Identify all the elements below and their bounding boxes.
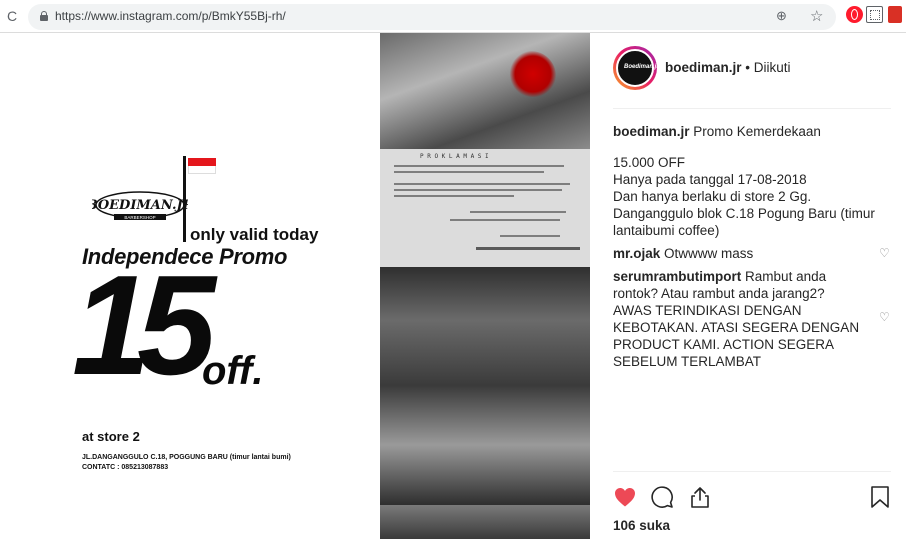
promo-poster: BOEDIMAN.JR BARBERSHOP only valid today … xyxy=(6,33,380,539)
red-extension-icon[interactable] xyxy=(888,6,902,23)
action-bar xyxy=(613,483,891,511)
follow-state[interactable]: • Diikuti xyxy=(745,60,790,75)
comment-text: Otwwww mass xyxy=(664,246,754,261)
likes-count[interactable]: 106 suka xyxy=(613,518,670,533)
comment-like-heart-icon[interactable]: ♡ xyxy=(879,247,891,259)
svg-text:BOEDIMAN.JR: BOEDIMAN.JR xyxy=(92,198,188,213)
comment-username[interactable]: mr.ojak xyxy=(613,246,660,261)
divider xyxy=(613,108,891,109)
header-username[interactable]: boediman.jr • Diikuti xyxy=(665,60,791,75)
meeting-photo xyxy=(380,385,590,505)
historical-photo-collage: P R O K L A M A S I xyxy=(380,33,590,539)
comment-username[interactable]: serumrambutimport xyxy=(613,269,741,284)
divider xyxy=(613,471,891,472)
caption: boediman.jr Promo Kemerdekaan 15.000 OFF… xyxy=(613,123,891,239)
post-image[interactable]: BOEDIMAN.JR BARBERSHOP only valid today … xyxy=(6,33,590,539)
like-heart-icon[interactable] xyxy=(613,485,637,509)
svg-text:BARBERSHOP: BARBERSHOP xyxy=(124,215,155,220)
speech-photo xyxy=(380,267,590,385)
url-text[interactable]: https://www.instagram.com/p/BmkY55Bj-rh/ xyxy=(55,9,286,23)
caption-title: Promo Kemerdekaan xyxy=(693,124,821,139)
bookmark-star-icon[interactable]: ☆ xyxy=(810,7,823,25)
post-header: Boediman.jr boediman.jr • Diikuti xyxy=(613,46,891,98)
save-bookmark-icon[interactable] xyxy=(869,485,891,509)
comment-bubble-icon[interactable] xyxy=(650,485,674,509)
comment-text: Rambut anda rontok? Atau rambut anda jar… xyxy=(613,269,860,369)
lock-icon xyxy=(40,11,48,21)
share-icon[interactable] xyxy=(688,485,712,509)
comment-item: serumrambutimport Rambut anda rontok? At… xyxy=(613,268,891,370)
divider-line xyxy=(183,156,186,242)
discount-number: 15 xyxy=(72,246,216,405)
store-label: at store 2 xyxy=(82,429,140,444)
reload-icon[interactable]: C xyxy=(4,8,20,24)
group-photo xyxy=(380,505,590,539)
indonesia-flag-icon xyxy=(188,158,216,174)
screenshot-extension-icon[interactable] xyxy=(866,6,883,23)
comments-list: boediman.jr Promo Kemerdekaan 15.000 OFF… xyxy=(613,123,891,370)
comment-item: mr.ojak Otwwww mass ♡ xyxy=(613,245,891,262)
only-valid-text: only valid today xyxy=(190,225,319,244)
off-text: off. xyxy=(202,349,264,393)
red-73-mark-icon xyxy=(510,51,556,97)
post-sidebar: Boediman.jr boediman.jr • Diikuti boedim… xyxy=(597,33,906,539)
flag-raising-photo xyxy=(380,33,590,149)
browser-toolbar: C https://www.instagram.com/p/BmkY55Bj-r… xyxy=(0,0,906,33)
caption-username[interactable]: boediman.jr xyxy=(613,124,690,139)
barbershop-logo: BOEDIMAN.JR BARBERSHOP xyxy=(92,191,188,220)
zoom-icon[interactable]: ⊕ xyxy=(776,8,787,24)
caption-body: 15.000 OFF Hanya pada tanggal 17-08-2018… xyxy=(613,155,875,238)
opera-extension-icon[interactable] xyxy=(846,6,863,23)
address-bar[interactable]: https://www.instagram.com/p/BmkY55Bj-rh/… xyxy=(28,4,836,30)
proclamation-document-photo: P R O K L A M A S I xyxy=(380,149,590,267)
avatar[interactable]: Boediman.jr xyxy=(613,46,659,90)
comment-like-heart-icon[interactable]: ♡ xyxy=(879,311,891,323)
address-text: JL.DANGANGGULO C.18, POGGUNG BARU (timur… xyxy=(82,454,291,471)
